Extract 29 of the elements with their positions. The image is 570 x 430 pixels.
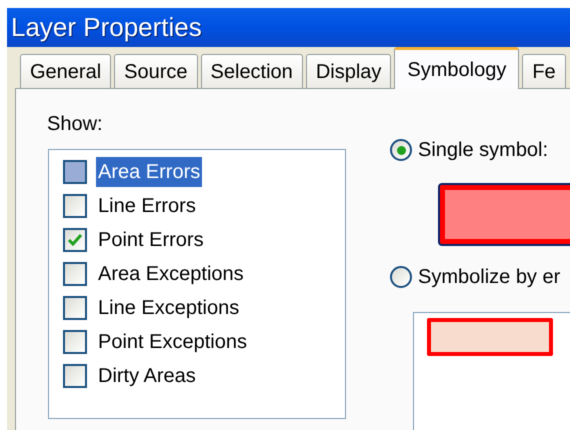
tab[interactable]: General: [20, 54, 112, 88]
list-item[interactable]: Area Exceptions: [96, 259, 246, 289]
checkbox[interactable]: [63, 296, 87, 320]
checkbox[interactable]: [63, 160, 87, 184]
tab[interactable]: Display: [306, 54, 392, 88]
tab[interactable]: Symbology: [394, 47, 520, 89]
list-item[interactable]: Point Errors: [96, 225, 206, 255]
radio-button[interactable]: [390, 266, 412, 288]
symbol-swatch[interactable]: [427, 318, 553, 356]
window-title: Layer Properties: [11, 11, 202, 44]
checkbox[interactable]: [63, 228, 87, 252]
list-item[interactable]: Line Errors: [96, 191, 198, 221]
checkbox[interactable]: [63, 262, 87, 286]
tab[interactable]: Selection: [200, 54, 303, 88]
show-label: Show:: [47, 112, 104, 137]
tab[interactable]: Fe: [522, 54, 566, 88]
radio-button[interactable]: [390, 139, 412, 161]
symbol-button[interactable]: [438, 183, 570, 246]
checkbox[interactable]: [63, 194, 87, 218]
tab[interactable]: Source: [114, 54, 198, 88]
checkmark-icon: [68, 234, 82, 246]
list-item[interactable]: Area Errors: [96, 157, 202, 187]
list-item[interactable]: Line Exceptions: [96, 293, 242, 323]
radio-label: Single symbol:: [418, 138, 548, 163]
checkbox[interactable]: [63, 364, 87, 388]
radio-label: Symbolize by er: [418, 265, 560, 290]
checkbox[interactable]: [63, 330, 87, 354]
list-item[interactable]: Dirty Areas: [96, 361, 198, 391]
list-item[interactable]: Point Exceptions: [96, 327, 249, 357]
